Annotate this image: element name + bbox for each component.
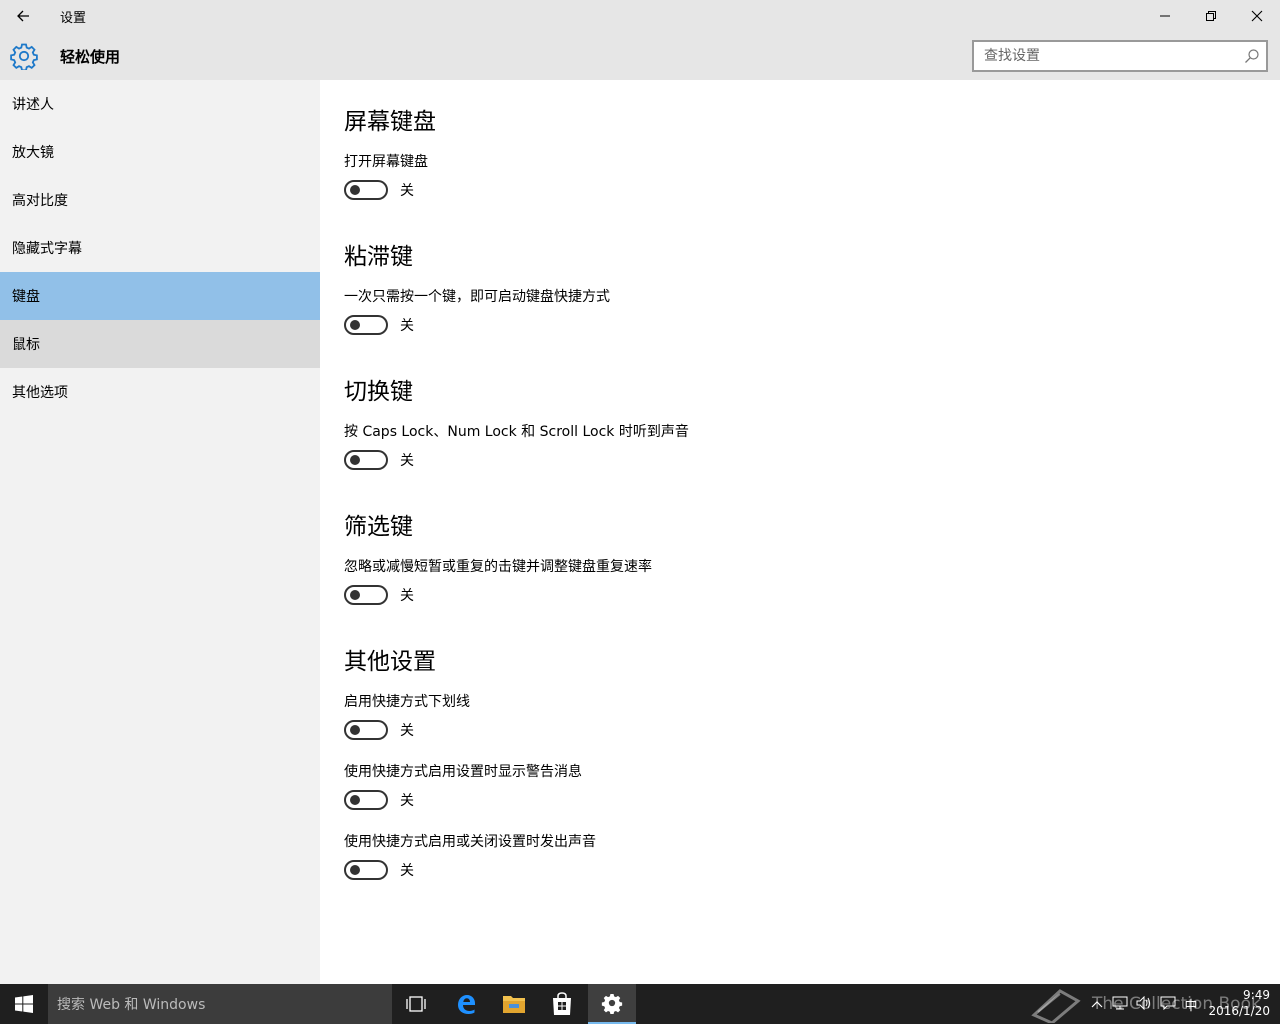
toggle-state-label: 关 [400, 793, 414, 809]
restore-button[interactable] [1188, 0, 1234, 32]
taskbar-search[interactable]: 搜索 Web 和 Windows [48, 984, 392, 1024]
sidebar-item-mouse[interactable]: 鼠标 [0, 320, 320, 368]
action-center-icon[interactable] [1156, 996, 1180, 1013]
sidebar-item-magnifier[interactable]: 放大镜 [0, 128, 320, 176]
sidebar-item-closed-captions[interactable]: 隐藏式字幕 [0, 224, 320, 272]
book-icon [1031, 989, 1081, 1023]
toggle-knob [350, 455, 360, 465]
network-icon[interactable] [1108, 996, 1132, 1013]
sidebar-nav: 讲述人 放大镜 高对比度 隐藏式字幕 键盘 鼠标 其他选项 [0, 80, 320, 984]
system-tray: 中 [1086, 984, 1202, 1024]
setting-label: 一次只需按一个键，即可启动键盘快捷方式 [344, 289, 610, 305]
toggle-row: 关 [344, 790, 414, 810]
section-title-on-screen-keyboard: 屏幕键盘 [344, 109, 436, 135]
toggle-knob [350, 795, 360, 805]
toggle-state-label: 关 [400, 453, 414, 469]
toggle-row: 关 [344, 315, 414, 335]
toggle-knob [350, 185, 360, 195]
gear-icon [10, 43, 38, 70]
close-icon [1251, 10, 1263, 22]
tray-clock[interactable]: 9:49 2016/1/20 [1200, 987, 1270, 1019]
file-explorer-button[interactable] [490, 984, 538, 1024]
setting-label: 按 Caps Lock、Num Lock 和 Scroll Lock 时听到声音 [344, 424, 689, 440]
toggle-knob [350, 320, 360, 330]
toggle-keys-toggle[interactable] [344, 450, 388, 470]
task-view-button[interactable] [392, 984, 440, 1024]
search-icon[interactable] [1244, 48, 1260, 64]
section-title-other-settings: 其他设置 [344, 649, 436, 675]
sidebar-item-other-options[interactable]: 其他选项 [0, 368, 320, 416]
shortcut-sound-toggle[interactable] [344, 860, 388, 880]
on-screen-keyboard-toggle[interactable] [344, 180, 388, 200]
search-input[interactable] [974, 42, 1234, 70]
ime-indicator[interactable]: 中 [1180, 995, 1202, 1014]
toggle-row: 关 [344, 860, 414, 880]
folder-icon [503, 996, 525, 1013]
shortcut-underline-toggle[interactable] [344, 720, 388, 740]
setting-label: 忽略或减慢短暂或重复的击键并调整键盘重复速率 [344, 559, 652, 575]
settings-taskbar-button[interactable] [588, 984, 636, 1024]
page-title: 轻松使用 [60, 48, 121, 66]
gear-icon [601, 993, 623, 1014]
toggle-state-label: 关 [400, 588, 414, 604]
store-icon [553, 992, 571, 1015]
clock-time: 9:49 [1243, 988, 1270, 1002]
clock-date: 2016/1/20 [1208, 1004, 1270, 1018]
arrow-left-icon [17, 10, 29, 22]
toggle-state-label: 关 [400, 318, 414, 334]
setting-label: 使用快捷方式启用或关闭设置时发出声音 [344, 834, 596, 850]
sidebar-item-narrator[interactable]: 讲述人 [0, 80, 320, 128]
edge-button[interactable] [442, 984, 490, 1024]
sticky-keys-toggle[interactable] [344, 315, 388, 335]
title-bar: 设置 [0, 0, 1280, 32]
toggle-state-label: 关 [400, 183, 414, 199]
toggle-row: 关 [344, 450, 414, 470]
setting-label: 启用快捷方式下划线 [344, 694, 470, 710]
task-view-icon [406, 996, 426, 1012]
taskbar: 搜索 Web 和 Windows The Collection Book 中 9… [0, 984, 1280, 1024]
page-header: 轻松使用 [0, 32, 1280, 80]
minimize-button[interactable] [1142, 0, 1188, 32]
window-title: 设置 [60, 11, 87, 26]
minimize-icon [1160, 15, 1170, 17]
tray-chevron-up-icon[interactable] [1086, 997, 1108, 1011]
shortcut-warning-toggle[interactable] [344, 790, 388, 810]
volume-icon[interactable] [1132, 995, 1156, 1013]
restore-icon [1206, 11, 1216, 21]
toggle-knob [350, 590, 360, 600]
toggle-state-label: 关 [400, 863, 414, 879]
start-button[interactable] [0, 984, 48, 1024]
close-button[interactable] [1234, 0, 1280, 32]
toggle-state-label: 关 [400, 723, 414, 739]
setting-label: 使用快捷方式启用设置时显示警告消息 [344, 764, 582, 780]
section-title-sticky-keys: 粘滞键 [344, 244, 413, 270]
toggle-row: 关 [344, 585, 414, 605]
store-button[interactable] [538, 984, 586, 1024]
section-title-toggle-keys: 切换键 [344, 379, 413, 405]
sidebar-item-high-contrast[interactable]: 高对比度 [0, 176, 320, 224]
setting-label: 打开屏幕键盘 [344, 154, 428, 170]
toggle-row: 关 [344, 720, 414, 740]
toggle-knob [350, 865, 360, 875]
section-title-filter-keys: 筛选键 [344, 514, 413, 540]
sidebar-item-keyboard[interactable]: 键盘 [0, 272, 320, 320]
windows-logo-icon [15, 995, 33, 1013]
settings-search-box[interactable] [972, 40, 1268, 72]
filter-keys-toggle[interactable] [344, 585, 388, 605]
toggle-row: 关 [344, 180, 414, 200]
edge-icon [458, 995, 475, 1014]
settings-content: 屏幕键盘 打开屏幕键盘 关 粘滞键 一次只需按一个键，即可启动键盘快捷方式 关 … [344, 80, 1280, 984]
back-button[interactable] [0, 0, 46, 32]
toggle-knob [350, 725, 360, 735]
